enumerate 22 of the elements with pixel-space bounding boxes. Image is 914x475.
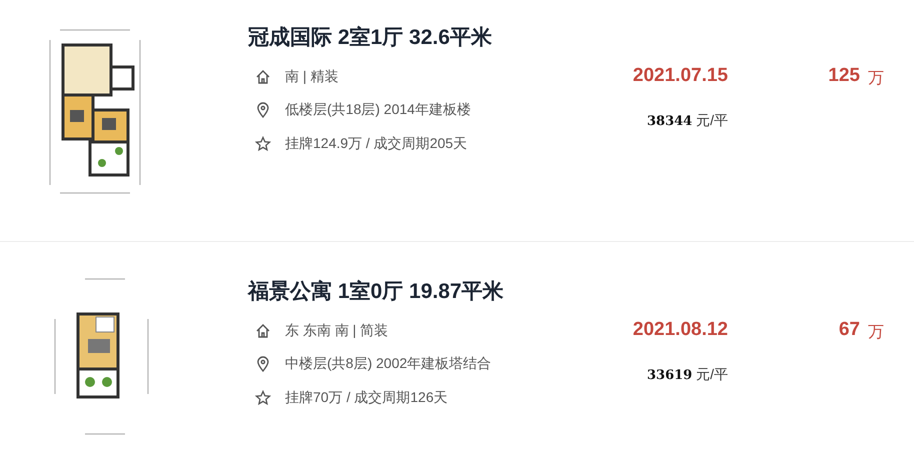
feature-text: 低楼层(共18层) 2014年建板楼 — [285, 101, 471, 120]
feature-text: 挂牌124.9万 / 成交周期205天 — [285, 134, 468, 153]
price-unit: 万 — [868, 323, 885, 343]
feature-text: 东 东南 南 | 简装 — [285, 322, 388, 340]
deal-date: 2021.07.15 — [632, 65, 728, 87]
feature-text: 南 | 精装 — [285, 68, 338, 86]
star-icon — [255, 136, 271, 152]
house-icon — [255, 68, 271, 85]
listing-title[interactable]: 福景公寓 1室0厅 19.87平米 — [248, 278, 914, 306]
total-price: 125 — [828, 65, 860, 87]
location-pin-icon — [255, 102, 271, 118]
feature-text: 挂牌70万 / 成交周期126天 — [285, 388, 448, 407]
price-unit: 万 — [868, 69, 885, 89]
unit-price: 38344 元/平 — [646, 112, 728, 130]
unit-price: 33619 元/平 — [646, 366, 728, 384]
total-price: 67 — [838, 319, 860, 341]
location-pin-icon — [255, 356, 271, 372]
deal-date: 2021.08.12 — [632, 319, 728, 341]
star-icon — [255, 390, 271, 406]
listing-title[interactable]: 冠成国际 2室1厅 32.6平米 — [248, 24, 914, 52]
feature-text: 中楼层(共8层) 2002年建板塔结合 — [285, 355, 492, 374]
house-icon — [255, 322, 271, 339]
